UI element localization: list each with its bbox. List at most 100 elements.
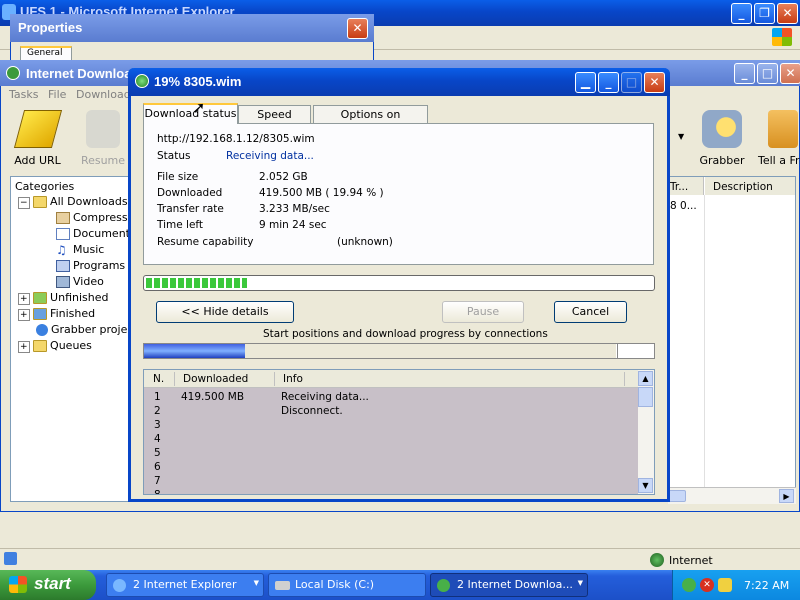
connection-end-segment <box>617 344 654 358</box>
ie-restore-button[interactable]: ❐ <box>754 3 775 24</box>
column-header-tr[interactable]: Tr... <box>668 177 704 195</box>
add-url-button[interactable]: Add URL <box>10 110 65 170</box>
connection-row[interactable]: 3 <box>154 418 634 432</box>
connection-row[interactable]: 4 <box>154 432 634 446</box>
connection-number: 7 <box>154 475 161 487</box>
connection-2-segment <box>245 344 616 358</box>
scroll-down-arrow-icon[interactable]: ▼ <box>638 478 653 493</box>
connection-row[interactable]: 6 <box>154 460 634 474</box>
dialog-maximize-button[interactable]: □ <box>621 72 642 93</box>
idm-close-button[interactable]: ✕ <box>780 63 800 84</box>
idm-logo-icon <box>6 66 20 80</box>
tray-idm-icon[interactable] <box>682 578 696 592</box>
tree-grabber-projects[interactable]: Grabber project <box>36 323 138 336</box>
add-url-icon <box>13 110 62 148</box>
time-left-label: Time left <box>157 219 204 231</box>
tree-all-downloads[interactable]: − All Downloads <box>18 195 128 209</box>
transfer-rate-label: Transfer rate <box>157 203 224 215</box>
connection-row[interactable]: 8 <box>154 488 634 494</box>
grabber-button[interactable]: Grabber <box>695 110 749 170</box>
tree-programs[interactable]: Programs <box>56 259 125 272</box>
ie-close-button[interactable]: ✕ <box>777 3 798 24</box>
tree-documents[interactable]: Documents <box>56 227 136 240</box>
cancel-button[interactable]: Cancel <box>554 301 627 323</box>
music-icon: ♫ <box>56 243 67 257</box>
programs-icon <box>56 260 70 272</box>
tab-speed-limiter[interactable]: Speed Limiter <box>238 105 311 139</box>
connections-vertical-scrollbar[interactable]: ▲ ▼ <box>638 370 654 494</box>
tab-download-status[interactable]: Download status <box>143 103 238 124</box>
tab-options-on-completion[interactable]: Options on completion <box>313 105 428 139</box>
drive-icon <box>275 581 290 590</box>
taskbar-idm-group[interactable]: 2 Internet Downloa... ▼ <box>430 573 588 597</box>
connection-row[interactable]: 1 419.500 MB Receiving data... <box>154 390 634 404</box>
column-divider <box>704 195 705 487</box>
connection-row[interactable]: 7 <box>154 474 634 488</box>
properties-close-button[interactable]: ✕ <box>347 18 368 39</box>
tree-queues[interactable]: + Queues <box>18 339 92 353</box>
taskbar-ie-group[interactable]: 2 Internet Explorer ▼ <box>106 573 264 597</box>
col-n[interactable]: N. <box>153 373 164 385</box>
tree-finished[interactable]: + Finished <box>18 307 95 321</box>
ie-minimize-button[interactable]: _ <box>731 3 752 24</box>
menu-file[interactable]: File <box>48 88 66 101</box>
tell-friend-button[interactable]: Tell a Frie <box>756 110 800 170</box>
tray-network-icon[interactable] <box>718 578 732 592</box>
connections-table: N. Downloaded Info 1 419.500 MB Receiving … <box>143 369 655 495</box>
unfinished-folder-icon <box>33 292 48 304</box>
connection-row[interactable]: 5 <box>154 446 634 460</box>
connection-downloaded: 419.500 MB <box>181 391 245 403</box>
file-size-value: 2.052 GB <box>259 171 308 183</box>
hide-details-button[interactable]: << Hide details <box>156 301 294 323</box>
status-label: Status <box>157 150 191 162</box>
group-arrow-icon: ▼ <box>253 579 259 587</box>
connection-row[interactable]: 2 Disconnect. <box>154 404 634 418</box>
windows-flag-icon <box>772 28 792 46</box>
connection-info: Disconnect. <box>281 405 343 417</box>
file-size-label: File size <box>157 171 199 183</box>
status-value: Receiving data... <box>226 150 314 162</box>
taskbar-local-disk[interactable]: Local Disk (C:) <box>268 573 426 597</box>
pause-button[interactable]: Pause <box>442 301 524 323</box>
start-button[interactable]: start <box>0 570 96 600</box>
dialog-minimize-button[interactable]: _ <box>598 72 619 93</box>
download-list <box>668 176 796 504</box>
download-row-cell[interactable]: 8 0... <box>670 200 697 212</box>
scroll-up-arrow-icon[interactable]: ▲ <box>638 371 653 386</box>
progress-fill <box>146 278 247 288</box>
col-info[interactable]: Info <box>283 373 303 385</box>
finished-folder-icon <box>33 308 48 320</box>
dialog-minimize-to-tray-button[interactable]: ▁ <box>575 72 596 93</box>
tree-music[interactable]: ♫ Music <box>56 243 104 256</box>
connection-info: Receiving data... <box>281 391 369 403</box>
internet-zone-label: Internet <box>669 554 713 567</box>
horizontal-scrollbar[interactable]: ▶ <box>668 487 796 504</box>
scroll-thumb[interactable] <box>668 490 686 502</box>
time-left-value: 9 min 24 sec <box>259 219 327 231</box>
col-downloaded[interactable]: Downloaded <box>183 373 248 385</box>
connection-number: 1 <box>154 391 161 403</box>
ie-page-icon <box>4 552 17 565</box>
video-icon <box>56 276 70 288</box>
downloaded-value: 419.500 MB ( 19.94 % ) <box>259 187 384 199</box>
menu-tasks[interactable]: Tasks <box>9 88 38 101</box>
tray-security-icon[interactable]: ✕ <box>700 578 714 592</box>
connections-scroll-thumb[interactable] <box>638 387 653 407</box>
toolbar-dropdown-arrow-icon[interactable]: ▼ <box>678 132 684 141</box>
scroll-right-arrow-icon[interactable]: ▶ <box>779 489 794 503</box>
connections-header: N. Downloaded Info <box>144 370 638 388</box>
resume-button[interactable]: Resume <box>78 110 128 170</box>
ie-task-icon <box>113 579 126 592</box>
compressed-icon <box>56 212 70 224</box>
idm-maximize-button[interactable]: □ <box>757 63 778 84</box>
categories-header: Categories <box>15 180 75 193</box>
idm-minimize-button[interactable]: _ <box>734 63 755 84</box>
tell-friend-icon <box>768 110 798 148</box>
properties-tab[interactable]: General <box>20 46 72 60</box>
tree-unfinished[interactable]: + Unfinished <box>18 291 108 305</box>
column-header-description[interactable]: Description <box>705 177 795 195</box>
globe-icon <box>36 324 48 336</box>
resume-icon <box>86 110 120 148</box>
tree-video[interactable]: Video <box>56 275 104 288</box>
dialog-close-button[interactable]: ✕ <box>644 72 665 93</box>
